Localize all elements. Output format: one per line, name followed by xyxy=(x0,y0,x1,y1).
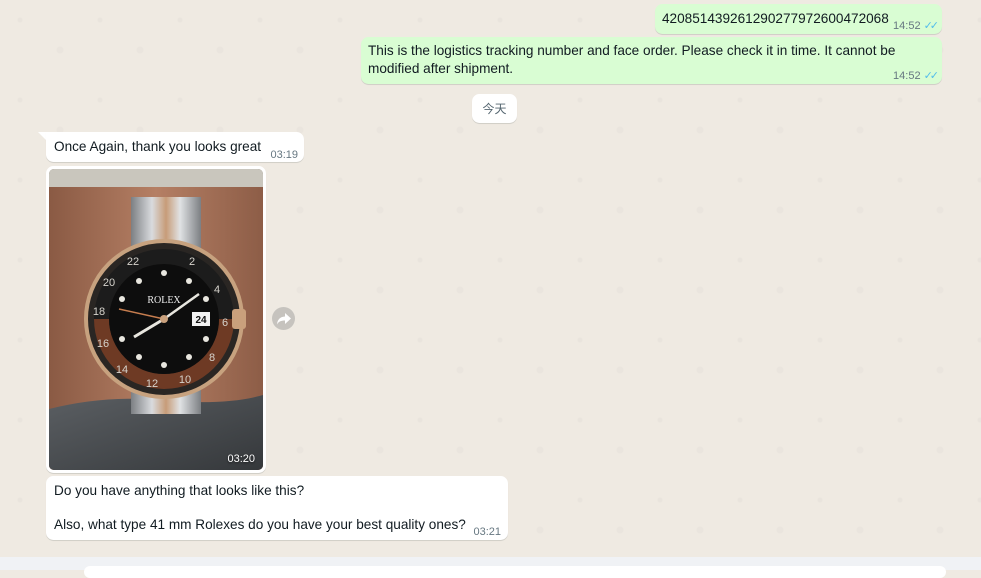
bezel-number: 2 xyxy=(189,256,195,268)
message-text-line: Also, what type 41 mm Rolexes do you hav… xyxy=(54,517,466,532)
bezel-number: 10 xyxy=(179,374,191,386)
bezel-number: 20 xyxy=(103,277,115,289)
forward-button[interactable] xyxy=(272,307,295,330)
double-check-read-icon: ✓✓ xyxy=(923,20,940,32)
double-check-read-icon: ✓✓ xyxy=(923,70,940,82)
message-time: 03:19 xyxy=(270,149,298,161)
bezel-number: 22 xyxy=(127,256,139,268)
date-divider-label: 今天 xyxy=(482,102,507,116)
message-time: 14:52 xyxy=(893,70,921,82)
message-text: 420851439261290277972600472068 xyxy=(662,11,889,26)
outgoing-message[interactable]: This is the logistics tracking number an… xyxy=(361,37,942,84)
date-divider: 今天 xyxy=(472,94,517,123)
message-text: This is the logistics tracking number an… xyxy=(368,43,896,76)
bezel-number: 12 xyxy=(146,378,158,390)
bezel-number: 18 xyxy=(93,306,105,318)
message-text-line: Do you have anything that looks like thi… xyxy=(54,483,305,498)
message-meta: 14:52 ✓✓ xyxy=(893,17,940,35)
bezel-number: 8 xyxy=(209,352,215,364)
outgoing-message[interactable]: 420851439261290277972600472068 14:52 ✓✓ xyxy=(655,4,942,34)
message-time: 14:52 xyxy=(893,20,921,32)
bubble-tail xyxy=(38,132,46,140)
message-meta: 14:52 ✓✓ xyxy=(893,67,940,85)
incoming-message[interactable]: Do you have anything that looks like thi… xyxy=(46,476,508,540)
bezel-number: 4 xyxy=(214,284,220,296)
bezel-number: 6 xyxy=(222,317,228,329)
message-input[interactable] xyxy=(84,566,946,578)
message-time: 03:21 xyxy=(473,526,501,538)
bezel-number: 14 xyxy=(116,364,128,376)
forward-arrow-icon xyxy=(276,312,291,324)
incoming-image-message[interactable]: 24 ROLEX 22 2 4 6 8 10 12 14 16 18 20 03… xyxy=(46,166,266,473)
bezel-number: 16 xyxy=(97,338,109,350)
message-text: Once Again, thank you looks great xyxy=(54,139,262,154)
incoming-message[interactable]: Once Again, thank you looks great 03:19 xyxy=(46,132,304,162)
watch-brand: ROLEX xyxy=(147,295,181,306)
message-time: 03:20 xyxy=(227,453,255,465)
wrist-watch-photo[interactable]: 24 ROLEX 22 2 4 6 8 10 12 14 16 18 20 03… xyxy=(49,169,263,470)
watch-date-window: 24 xyxy=(195,315,207,326)
